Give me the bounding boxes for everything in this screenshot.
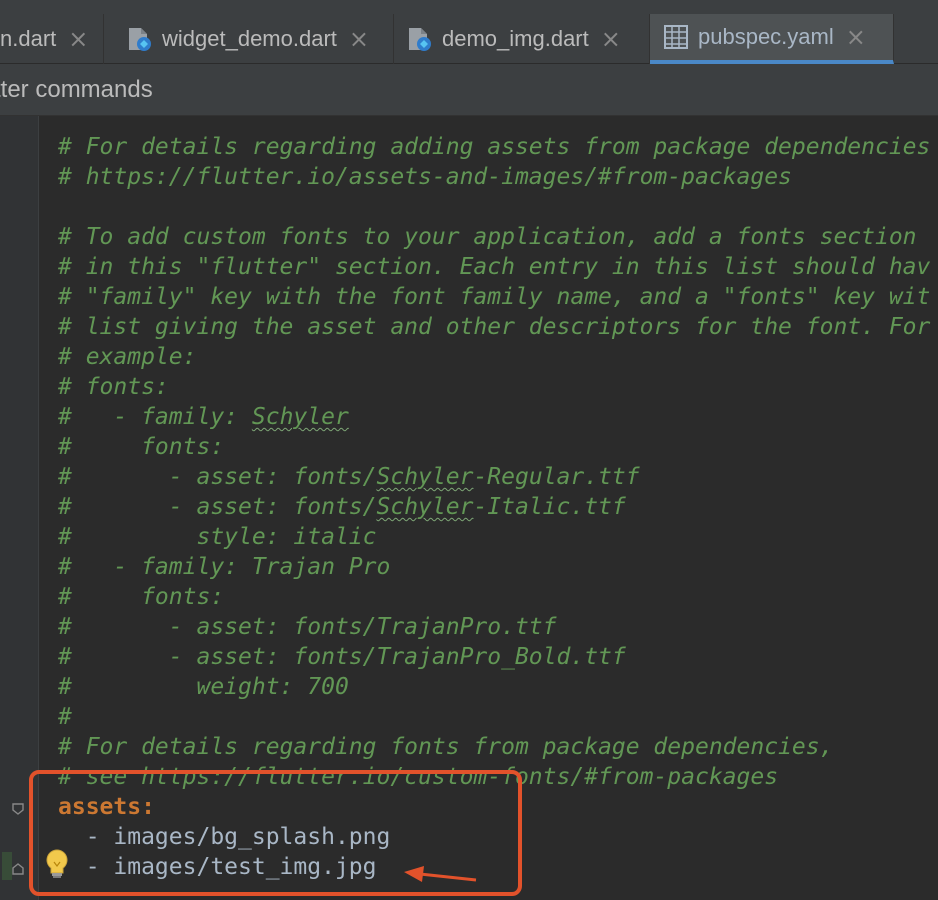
- flutter-commands-bar: tter commands: [0, 64, 938, 116]
- code-line: # - family: Schyler: [58, 404, 349, 430]
- tab-pubspec-yaml[interactable]: pubspec.yaml ×: [650, 14, 894, 64]
- tab-demo-img-dart[interactable]: demo_img.dart ×: [394, 14, 650, 64]
- code-line: # - asset: fonts/TrajanPro_Bold.ttf: [58, 644, 626, 670]
- code-line: # list giving the asset and other descri…: [58, 314, 931, 340]
- dart-file-icon: [126, 25, 154, 53]
- code-line: # fonts:: [58, 584, 225, 610]
- tab-label: pubspec.yaml: [698, 24, 834, 49]
- fold-end-icon[interactable]: [11, 862, 25, 876]
- editor-bottom-edge: [522, 880, 938, 900]
- code-line: # For details regarding adding assets fr…: [58, 134, 931, 160]
- code-line: # - family: Trajan Pro: [58, 554, 391, 580]
- code-line: # - asset: fonts/TrajanPro.ttf: [58, 614, 557, 640]
- tab-label: widget_demo.dart: [162, 26, 337, 51]
- code-line: # example:: [58, 344, 197, 370]
- close-icon[interactable]: ×: [846, 23, 866, 51]
- close-icon[interactable]: ×: [601, 25, 621, 53]
- fold-icon[interactable]: [11, 802, 25, 816]
- yaml-table-icon: [662, 23, 690, 51]
- spellcheck-word: Schyler: [376, 494, 474, 520]
- code-line: #: [58, 704, 72, 730]
- close-icon[interactable]: ×: [68, 25, 88, 53]
- tab-main-dart[interactable]: n.dart ×: [0, 14, 104, 64]
- code-line: # fonts:: [58, 434, 225, 460]
- flutter-commands-label[interactable]: tter commands: [0, 76, 153, 104]
- code-line: # fonts:: [58, 374, 169, 400]
- code-line: # https://flutter.io/assets-and-images/#…: [58, 164, 792, 190]
- code-line: # - asset: fonts/Schyler-Regular.ttf: [58, 464, 640, 490]
- tab-label: demo_img.dart: [442, 26, 589, 51]
- tab-widget-demo-dart[interactable]: widget_demo.dart ×: [114, 14, 394, 64]
- tab-label: n.dart: [0, 26, 57, 51]
- code-line: # "family" key with the font family name…: [58, 284, 931, 310]
- close-icon[interactable]: ×: [349, 25, 369, 53]
- code-line: # in this "flutter" section. Each entry …: [58, 254, 931, 280]
- code-line: # For details regarding fonts from packa…: [58, 734, 834, 760]
- annotation-arrow-icon: [404, 866, 477, 882]
- code-line: # weight: 700: [58, 674, 349, 700]
- editor-tab-bar: n.dart × widget_demo.dart × demo_img.dar…: [0, 0, 938, 64]
- code-line: # To add custom fonts to your applicatio…: [58, 224, 917, 250]
- code-line: # style: italic: [58, 524, 377, 550]
- dart-file-icon: [406, 25, 434, 53]
- code-line: # - asset: fonts/Schyler-Italic.ttf: [58, 494, 626, 520]
- spellcheck-word: Schyler: [251, 404, 349, 430]
- spellcheck-word: Schyler: [376, 464, 474, 490]
